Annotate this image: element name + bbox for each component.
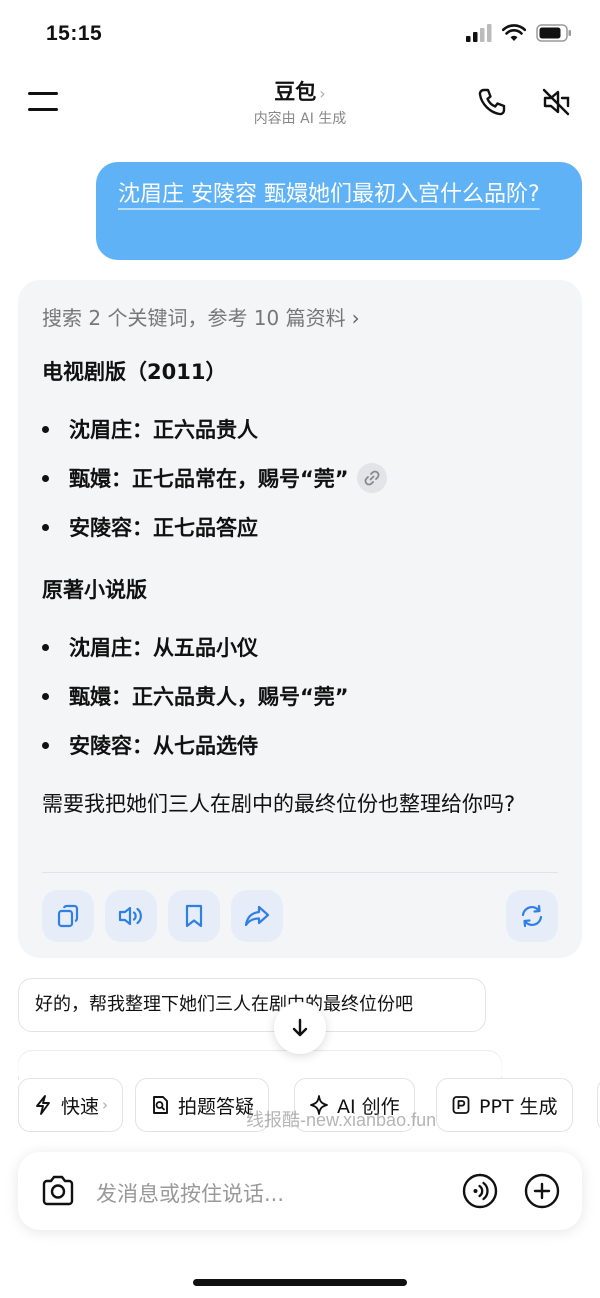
ai-message-card: 搜索 2 个关键词，参考 10 篇资料 › 电视剧版（2011） 沈眉庄：正六品贵… (18, 280, 582, 958)
clock: 15:15 (46, 22, 103, 45)
status-icons (466, 24, 572, 42)
bookmark-button[interactable] (168, 890, 220, 942)
list-item: 安陵容：正七品答应 (42, 512, 258, 542)
follow-up-question: 需要我把她们三人在剧中的最终位份也整理给你吗? (42, 792, 516, 816)
chat-title-button[interactable]: 豆包 › (0, 76, 600, 106)
quick-action-fast[interactable]: 快速 › (18, 1078, 124, 1132)
speaker-mute-icon[interactable] (540, 86, 572, 118)
chevron-right-icon: › (319, 84, 326, 103)
camera-icon[interactable] (40, 1174, 76, 1208)
message-composer: 发消息或按住说话... (18, 1152, 582, 1230)
chat-title: 豆包 (274, 80, 317, 104)
status-bar: 15:15 (0, 0, 600, 70)
read-aloud-button[interactable] (105, 890, 157, 942)
regenerate-button[interactable] (506, 890, 558, 942)
suggested-reply[interactable]: 好的，帮我整理下她们三人在剧中的最终位份吧 (18, 978, 486, 1032)
ai-disclaimer: 内容由 AI 生成 (253, 111, 347, 127)
chevron-right-icon: › (102, 1096, 109, 1114)
list-item: 沈眉庄：从五品小仪 (42, 632, 258, 662)
user-message-bubble[interactable]: 沈眉庄 安陵容 甄嬛她们最初入宫什么品阶? (96, 162, 582, 260)
scroll-to-bottom-button[interactable] (274, 1002, 326, 1054)
speaker-icon (118, 906, 142, 926)
message-input[interactable]: 发消息或按住说话... (96, 1178, 284, 1208)
section-heading: 电视剧版（2011） (42, 360, 227, 384)
section-heading: 原著小说版 (42, 578, 147, 602)
list-item: 沈眉庄：正六品贵人 (42, 414, 258, 444)
share-button[interactable] (231, 890, 283, 942)
divider (42, 872, 558, 873)
plus-icon[interactable] (524, 1173, 560, 1209)
refresh-icon (521, 904, 543, 928)
watermark: 线报酷-new.xianbao.fun (246, 1110, 437, 1130)
user-message-text: 沈眉庄 安陵容 甄嬛她们最初入宫什么品阶? (118, 182, 540, 207)
share-arrow-icon (244, 905, 270, 927)
ppt-icon (452, 1096, 470, 1114)
chevron-right-icon: › (351, 306, 360, 330)
quick-action-ppt[interactable]: PPT 生成 (436, 1078, 573, 1132)
list-item: 甄嬛：正六品贵人，赐号“莞” (42, 681, 349, 711)
lightning-icon (36, 1095, 50, 1115)
copy-button[interactable] (42, 890, 94, 942)
photo-question-icon (153, 1096, 168, 1114)
search-references-text: 搜索 2 个关键词，参考 10 篇资料 (42, 306, 346, 330)
search-references-link[interactable]: 搜索 2 个关键词，参考 10 篇资料 › (42, 302, 360, 331)
source-link-icon[interactable] (356, 463, 387, 493)
bookmark-icon (185, 904, 203, 928)
chat-header: 豆包 › 内容由 AI 生成 (0, 70, 600, 140)
home-indicator (193, 1279, 407, 1286)
battery-icon (536, 24, 571, 42)
arrow-down-icon (292, 1018, 308, 1037)
copy-icon (57, 904, 79, 928)
cellular-signal-icon (466, 24, 492, 42)
list-item: 甄嬛：正七品常在，赐号“莞” (42, 463, 387, 493)
phone-call-icon[interactable] (476, 86, 508, 118)
wifi-icon (502, 24, 526, 41)
list-item: 安陵容：从七品选侍 (42, 730, 258, 760)
voice-input-icon[interactable] (462, 1173, 498, 1209)
